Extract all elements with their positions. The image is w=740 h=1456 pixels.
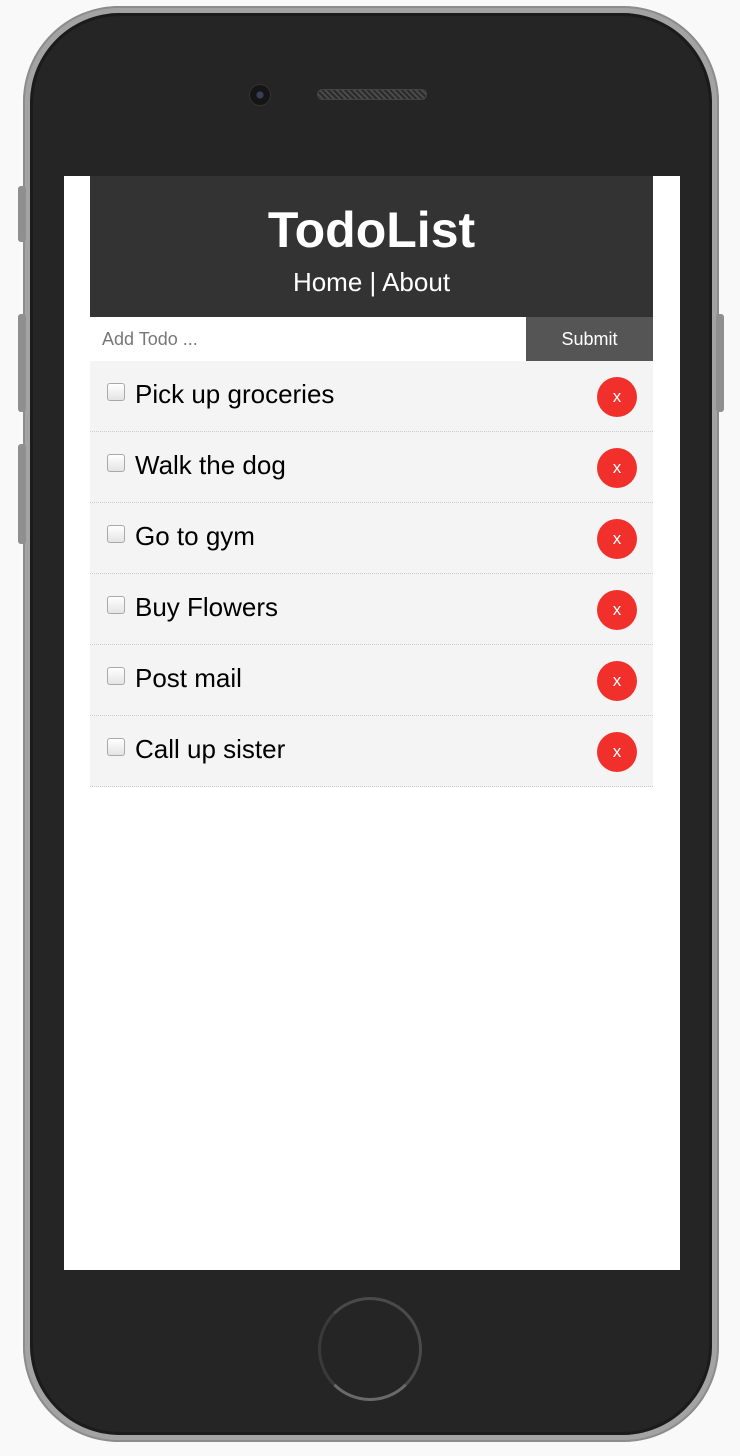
todo-list: Pick up groceries x Walk the dog x Go to… xyxy=(90,361,653,787)
todo-checkbox[interactable] xyxy=(107,454,125,472)
nav-separator: | xyxy=(369,267,377,297)
power-button xyxy=(716,314,724,412)
delete-todo-button[interactable]: x xyxy=(597,661,637,701)
screen: TodoList Home | About Submit Pick up gro… xyxy=(64,176,680,1270)
todo-text: Post mail xyxy=(135,663,242,693)
home-button[interactable] xyxy=(318,1297,422,1401)
nav-links: Home | About xyxy=(90,267,653,297)
delete-todo-button[interactable]: x xyxy=(597,590,637,630)
submit-button[interactable]: Submit xyxy=(526,317,653,361)
delete-todo-button[interactable]: x xyxy=(597,519,637,559)
front-camera xyxy=(250,85,270,105)
nav-about-link[interactable]: About xyxy=(382,267,450,297)
todo-checkbox[interactable] xyxy=(107,667,125,685)
todo-text: Buy Flowers xyxy=(135,592,279,622)
delete-todo-button[interactable]: x xyxy=(597,732,637,772)
nav-home-link[interactable]: Home xyxy=(293,267,362,297)
delete-todo-button[interactable]: x xyxy=(597,377,637,417)
app-title: TodoList xyxy=(267,202,476,258)
todo-item: Post mail x xyxy=(90,645,653,716)
app-header: TodoList Home | About xyxy=(90,176,653,317)
earpiece-speaker xyxy=(317,89,427,100)
todo-item: Buy Flowers x xyxy=(90,574,653,645)
todo-text: Pick up groceries xyxy=(135,379,335,409)
volume-down-button xyxy=(18,444,26,544)
todo-checkbox[interactable] xyxy=(107,596,125,614)
delete-todo-button[interactable]: x xyxy=(597,448,637,488)
todo-item: Call up sister x xyxy=(90,716,653,787)
todo-text: Call up sister xyxy=(135,734,286,764)
todo-checkbox[interactable] xyxy=(107,525,125,543)
todo-checkbox[interactable] xyxy=(107,383,125,401)
mute-switch xyxy=(18,186,26,242)
todo-item: Walk the dog x xyxy=(90,432,653,503)
add-todo-input[interactable] xyxy=(90,317,526,361)
todo-item: Go to gym x xyxy=(90,503,653,574)
add-todo-form: Submit xyxy=(90,317,653,361)
todo-text: Go to gym xyxy=(135,521,255,551)
volume-up-button xyxy=(18,314,26,412)
todo-app: TodoList Home | About Submit Pick up gro… xyxy=(90,176,653,787)
todo-checkbox[interactable] xyxy=(107,738,125,756)
todo-item: Pick up groceries x xyxy=(90,361,653,432)
todo-text: Walk the dog xyxy=(135,450,286,480)
